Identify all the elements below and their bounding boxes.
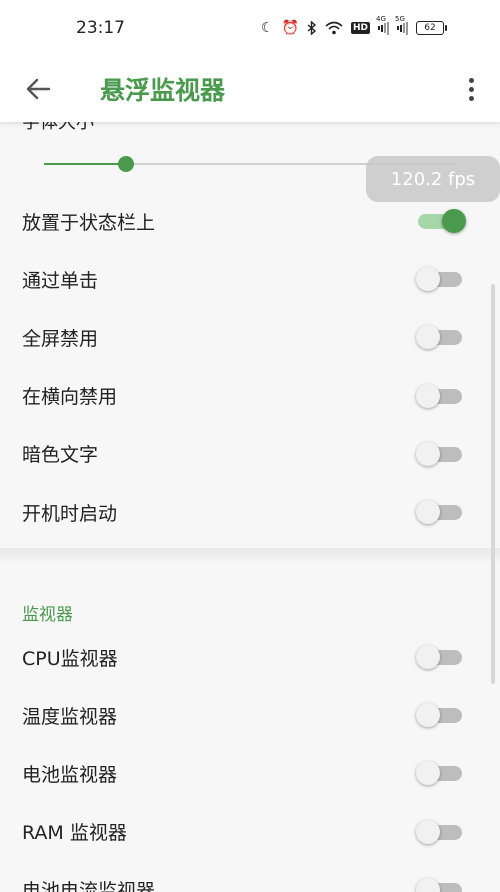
toggle-switch[interactable] xyxy=(418,209,466,233)
setting-row[interactable]: 在横向禁用 xyxy=(0,367,500,425)
monitors-section-header: 监视器 xyxy=(22,605,73,625)
section-divider xyxy=(0,548,500,564)
status-time: 23:17 xyxy=(76,18,125,38)
monitor-row[interactable]: 电池电流监视器 xyxy=(0,861,500,892)
switch-knob xyxy=(416,500,440,524)
setting-label: 放置于状态栏上 xyxy=(22,211,156,234)
more-vert-icon xyxy=(468,77,474,83)
battery-level: 62 xyxy=(424,23,436,33)
setting-label: 全屏禁用 xyxy=(22,327,99,350)
battery-icon: 62 xyxy=(416,21,447,35)
toggle-switch[interactable] xyxy=(416,383,464,408)
monitor-row[interactable]: 电池监视器 xyxy=(0,744,500,802)
toggle-switch[interactable] xyxy=(416,441,464,466)
signal-5g-icon: 5G xyxy=(395,15,408,35)
hd-badge: HD xyxy=(350,22,370,34)
switch-knob xyxy=(416,267,440,292)
arrow-back-icon xyxy=(26,78,51,100)
switch-knob xyxy=(416,645,440,669)
setting-label: 电池监视器 xyxy=(22,763,118,786)
setting-label: CPU监视器 xyxy=(22,647,118,670)
switch-knob xyxy=(416,441,440,466)
page-title: 悬浮监视器 xyxy=(100,76,226,105)
setting-row[interactable]: 通过单击 xyxy=(0,250,500,308)
setting-label: 开机时启动 xyxy=(22,502,118,525)
font-size-label: 字体大小 xyxy=(22,122,94,133)
switch-knob xyxy=(416,383,440,408)
setting-row[interactable]: 全屏禁用 xyxy=(0,308,500,366)
alarm-icon: ⏰ xyxy=(281,20,299,36)
settings-content: 字体大小 120.2 fps 放置于状态栏上 通过单击全屏禁用在横向禁用暗色文字开… xyxy=(0,122,500,892)
more-options-button[interactable] xyxy=(456,64,486,114)
toggle-switch[interactable] xyxy=(416,819,464,844)
switch-knob xyxy=(416,819,440,844)
status-icons: ☾ ⏰ HD 4G 5G 62 xyxy=(260,15,447,36)
setting-row[interactable]: 开机时启动 xyxy=(0,483,500,541)
toggle-switch[interactable] xyxy=(416,500,464,524)
monitor-row[interactable]: RAM 监视器 xyxy=(0,803,500,861)
slider-fill xyxy=(44,163,127,165)
app-bar: 悬浮监视器 xyxy=(0,56,500,122)
setting-label: 暗色文字 xyxy=(22,444,99,467)
scrollbar[interactable] xyxy=(491,284,495,684)
toggle-switch[interactable] xyxy=(416,877,464,892)
monitor-row[interactable]: CPU监视器 xyxy=(0,628,500,686)
wifi-icon xyxy=(325,21,343,35)
setting-label: 在横向禁用 xyxy=(22,386,118,409)
setting-label: RAM 监视器 xyxy=(22,822,127,845)
toggle-switch[interactable] xyxy=(416,645,464,669)
setting-label: 通过单击 xyxy=(22,269,99,292)
setting-label: 温度监视器 xyxy=(22,705,118,728)
fps-preview-badge: 120.2 fps xyxy=(366,156,500,202)
bluetooth-icon xyxy=(307,21,317,35)
slider-thumb[interactable] xyxy=(118,156,135,172)
switch-knob xyxy=(442,209,466,233)
monitor-row[interactable]: 温度监视器 xyxy=(0,686,500,744)
toggle-switch[interactable] xyxy=(416,267,464,292)
back-button[interactable] xyxy=(8,59,68,119)
switch-knob xyxy=(416,703,440,728)
status-bar: 23:17 ☾ ⏰ HD 4G 5G 62 xyxy=(0,0,500,56)
switch-knob xyxy=(416,325,440,350)
moon-icon: ☾ xyxy=(260,20,274,36)
toggle-switch[interactable] xyxy=(416,325,464,350)
signal-4g-icon: 4G xyxy=(376,15,389,35)
setting-label: 电池电流监视器 xyxy=(22,880,156,892)
switch-knob xyxy=(416,761,440,786)
toggle-switch[interactable] xyxy=(416,761,464,786)
setting-row[interactable]: 暗色文字 xyxy=(0,425,500,483)
switch-knob xyxy=(416,877,440,892)
toggle-switch[interactable] xyxy=(416,703,464,728)
